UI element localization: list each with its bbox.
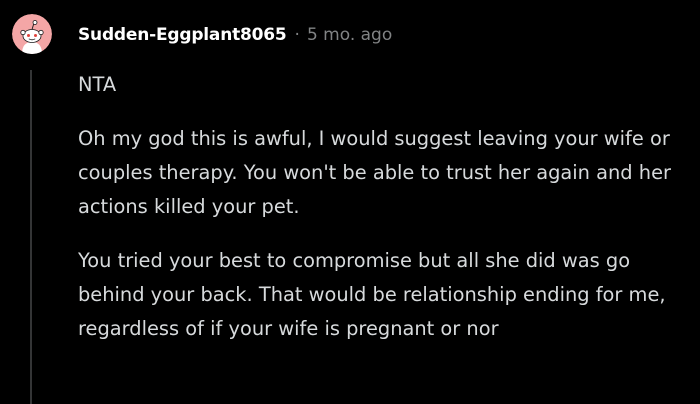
thread-collapse-line[interactable]: [30, 70, 32, 404]
comment: Sudden-Eggplant8065 · 5 mo. ago NTA Oh m…: [0, 0, 700, 404]
comment-body: NTA Oh my god this is awful, I would sug…: [78, 68, 693, 366]
snoo-avatar-icon: [12, 14, 52, 54]
comment-timestamp[interactable]: 5 mo. ago: [307, 25, 392, 45]
meta-separator: ·: [294, 25, 300, 45]
comment-header: Sudden-Eggplant8065 · 5 mo. ago: [78, 22, 392, 48]
comment-author-link[interactable]: Sudden-Eggplant8065: [78, 25, 287, 45]
comment-paragraph: NTA: [78, 73, 117, 96]
comment-paragraph: Oh my god this is awful, I would suggest…: [78, 127, 671, 218]
comment-paragraph: You tried your best to compromise but al…: [78, 249, 666, 340]
user-avatar[interactable]: [12, 14, 52, 54]
